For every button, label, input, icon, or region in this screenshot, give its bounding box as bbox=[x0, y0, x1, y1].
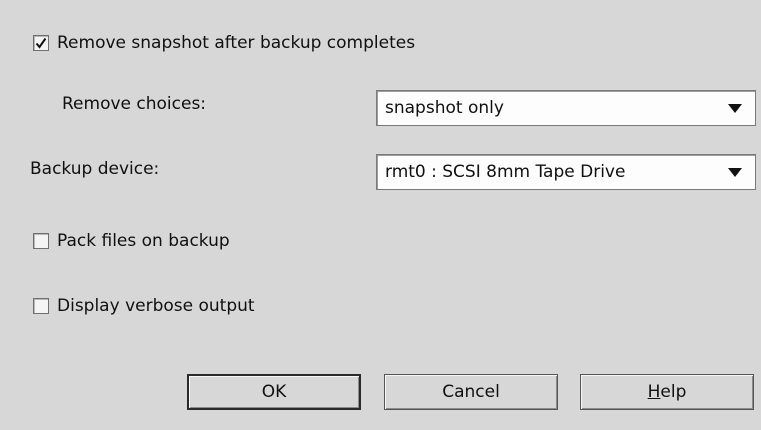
pack-files-checkbox[interactable] bbox=[33, 233, 49, 249]
ok-button[interactable]: OK bbox=[187, 374, 361, 410]
help-mnemonic: H bbox=[647, 382, 661, 402]
help-label-rest: elp bbox=[660, 382, 687, 402]
remove-choices-value: snapshot only bbox=[385, 98, 504, 118]
pack-files-label: Pack files on backup bbox=[57, 231, 230, 251]
cancel-button[interactable]: Cancel bbox=[384, 374, 558, 410]
backup-device-select[interactable]: rmt0 : SCSI 8mm Tape Drive bbox=[376, 154, 756, 190]
remove-choices-label: Remove choices: bbox=[62, 94, 207, 114]
remove-choices-select[interactable]: snapshot only bbox=[376, 90, 756, 126]
chevron-down-icon[interactable] bbox=[715, 155, 755, 189]
pack-files-option[interactable]: Pack files on backup bbox=[33, 231, 230, 251]
backup-device-label: Backup device: bbox=[30, 159, 160, 179]
remove-snapshot-checkbox[interactable] bbox=[33, 35, 49, 51]
help-button[interactable]: Help bbox=[580, 374, 754, 410]
remove-choices-row: Remove choices: bbox=[62, 94, 206, 114]
cancel-button-label: Cancel bbox=[442, 382, 500, 402]
help-button-label: Help bbox=[648, 382, 687, 402]
backup-device-row: Backup device: bbox=[30, 159, 159, 179]
ok-button-label: OK bbox=[261, 382, 287, 402]
remove-snapshot-option[interactable]: Remove snapshot after backup completes bbox=[33, 33, 415, 53]
verbose-output-checkbox[interactable] bbox=[33, 298, 49, 314]
checkmark-icon bbox=[35, 37, 47, 49]
backup-device-value: rmt0 : SCSI 8mm Tape Drive bbox=[385, 162, 626, 182]
verbose-output-label: Display verbose output bbox=[57, 296, 255, 316]
remove-snapshot-label: Remove snapshot after backup completes bbox=[57, 33, 416, 53]
verbose-output-option[interactable]: Display verbose output bbox=[33, 296, 255, 316]
chevron-down-icon[interactable] bbox=[715, 91, 755, 125]
